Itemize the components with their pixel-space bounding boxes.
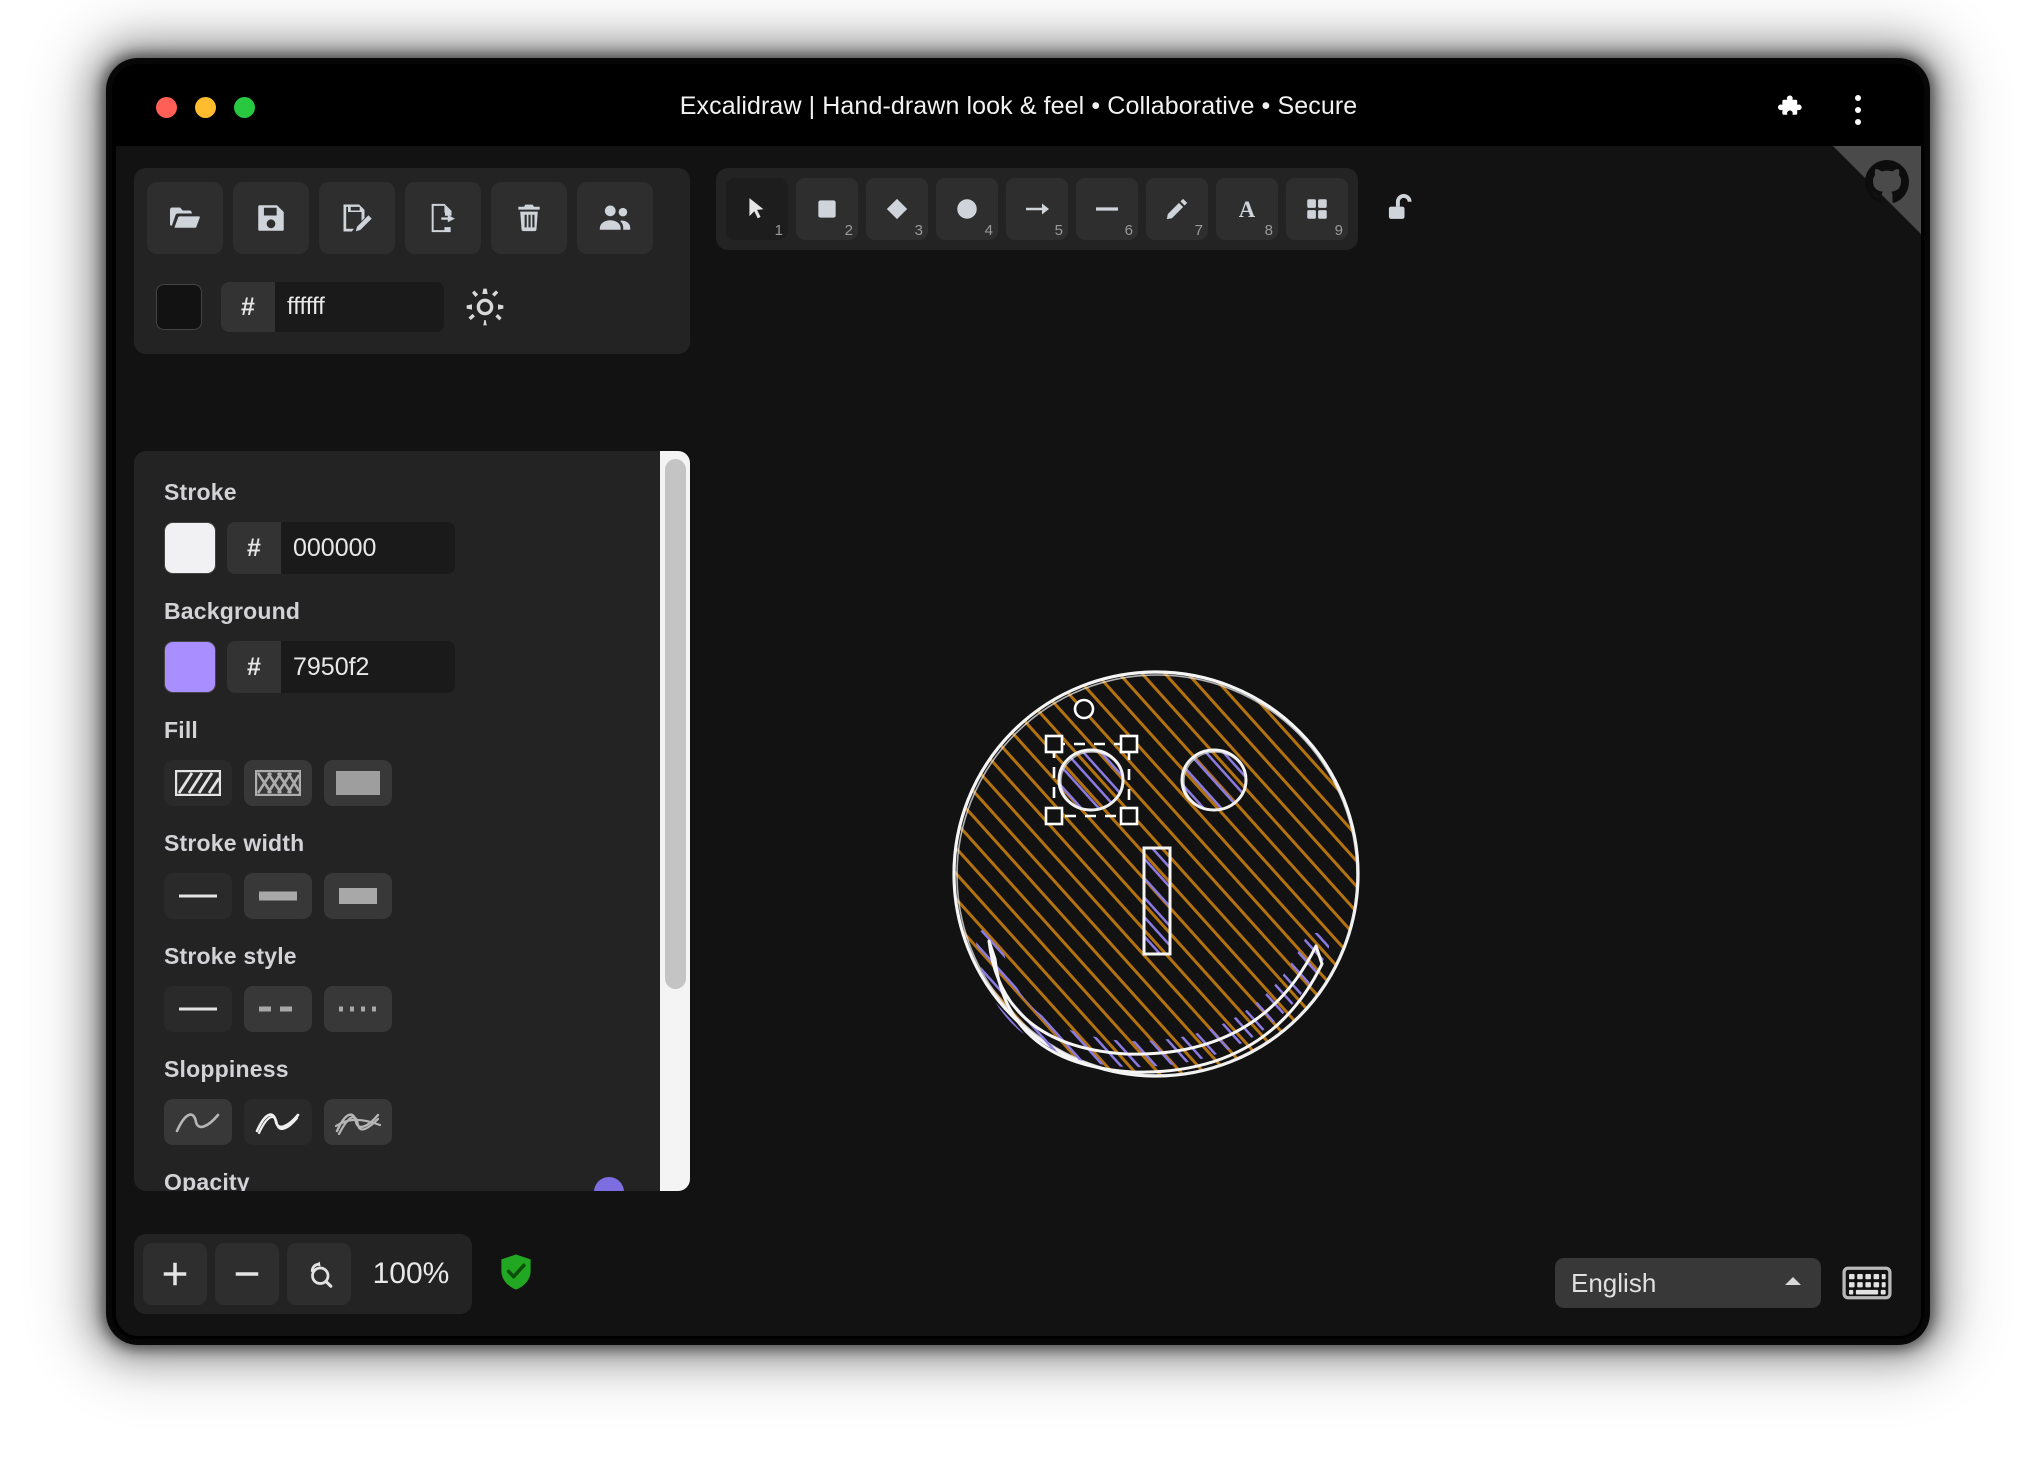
save-button[interactable] xyxy=(233,182,309,254)
canvas-background-hex-value[interactable]: ffffff xyxy=(275,282,444,332)
tool-shortcut: 9 xyxy=(1334,222,1343,239)
tool-arrow[interactable]: 5 xyxy=(1006,178,1068,240)
chevron-up-icon xyxy=(1781,1273,1805,1294)
tool-text[interactable]: A 8 xyxy=(1216,178,1278,240)
stroke-width-section: Stroke width xyxy=(164,830,660,919)
zoom-in-button[interactable] xyxy=(143,1243,207,1305)
tool-selection[interactable]: 1 xyxy=(726,178,788,240)
properties-scrollbar-thumb[interactable] xyxy=(665,459,686,989)
stroke-width-extra[interactable] xyxy=(324,873,392,919)
background-hex-field[interactable]: # 7950f2 xyxy=(227,641,455,693)
background-hex-value[interactable]: 7950f2 xyxy=(281,641,455,693)
sloppiness-architect[interactable] xyxy=(164,1099,232,1145)
zoom-controls-island: 100% xyxy=(134,1234,472,1314)
fill-label: Fill xyxy=(164,717,199,743)
tool-shortcut: 4 xyxy=(984,222,993,239)
canvas-background-swatch[interactable] xyxy=(156,284,202,330)
kebab-menu-icon[interactable] xyxy=(1843,90,1873,128)
stroke-width-label: Stroke width xyxy=(164,830,305,856)
stroke-width-thin[interactable] xyxy=(164,873,232,919)
tool-shortcut: 1 xyxy=(774,222,783,239)
stroke-section: Stroke # 000000 xyxy=(164,479,660,574)
page-title: Excalidraw | Hand-drawn look & feel • Co… xyxy=(679,92,1358,120)
browser-window: Excalidraw | Hand-drawn look & feel • Co… xyxy=(116,68,1921,1336)
stroke-style-label: Stroke style xyxy=(164,943,297,969)
live-collaboration-button[interactable] xyxy=(577,182,653,254)
opacity-slider[interactable] xyxy=(164,1177,630,1191)
github-octocat-icon[interactable] xyxy=(1833,146,1921,234)
reset-zoom-button[interactable] xyxy=(287,1243,351,1305)
background-section: Background # 7950f2 xyxy=(164,598,660,693)
svg-text:A: A xyxy=(1239,197,1256,222)
tool-diamond[interactable]: 3 xyxy=(866,178,928,240)
kebab-dot xyxy=(1855,119,1861,125)
tool-line[interactable]: 6 xyxy=(1076,178,1138,240)
fill-cross-hatch[interactable] xyxy=(244,760,312,806)
stroke-label: Stroke xyxy=(164,479,237,505)
tool-draw[interactable]: 7 xyxy=(1146,178,1208,240)
reset-canvas-button[interactable] xyxy=(491,182,567,254)
stroke-style-section: Stroke style xyxy=(164,943,660,1032)
tool-group: 1 2 3 4 5 6 7 A 8 9 xyxy=(716,168,1358,250)
puzzle-piece-icon[interactable] xyxy=(1775,92,1809,126)
tool-shortcut: 5 xyxy=(1054,222,1063,239)
canvas-background-hex-field[interactable]: # ffffff xyxy=(221,282,444,332)
tool-palette: 1 2 3 4 5 6 7 A 8 9 xyxy=(716,168,1428,250)
background-label: Background xyxy=(164,598,301,624)
tool-shortcut: 8 xyxy=(1264,222,1273,239)
tool-ellipse[interactable]: 4 xyxy=(936,178,998,240)
tool-shortcut: 7 xyxy=(1194,222,1203,239)
hash-prefix: # xyxy=(221,282,275,332)
stroke-width-bold[interactable] xyxy=(244,873,312,919)
title-bar: Excalidraw | Hand-drawn look & feel • Co… xyxy=(116,68,1921,146)
tool-shortcut: 6 xyxy=(1124,222,1133,239)
canvas-background-island: # ffffff xyxy=(134,268,690,354)
sloppiness-label: Sloppiness xyxy=(164,1056,289,1082)
language-select[interactable]: English xyxy=(1555,1258,1821,1308)
fill-solid[interactable] xyxy=(324,760,392,806)
footer-right: English xyxy=(1555,1258,1895,1308)
tool-library[interactable]: 9 xyxy=(1286,178,1348,240)
stroke-color-swatch[interactable] xyxy=(164,522,216,574)
stroke-style-dashed[interactable] xyxy=(244,986,312,1032)
rotation-handle[interactable] xyxy=(1073,698,1095,720)
stroke-hex-value[interactable]: 000000 xyxy=(281,522,455,574)
stroke-style-dotted[interactable] xyxy=(324,986,392,1032)
stroke-style-solid[interactable] xyxy=(164,986,232,1032)
keyboard-shortcuts-button[interactable] xyxy=(1839,1261,1895,1305)
left-panel-stack: # ffffff xyxy=(134,168,690,354)
tool-shortcut: 3 xyxy=(914,222,923,239)
sun-icon[interactable] xyxy=(463,285,507,329)
sloppiness-section: Sloppiness xyxy=(164,1056,660,1145)
background-color-swatch[interactable] xyxy=(164,641,216,693)
zoom-out-button[interactable] xyxy=(215,1243,279,1305)
kebab-dot xyxy=(1855,107,1861,113)
opacity-slider-thumb[interactable] xyxy=(594,1177,624,1191)
hash-prefix: # xyxy=(227,641,281,693)
footer-left: 100% xyxy=(134,1234,534,1314)
file-actions-island xyxy=(134,168,690,268)
tool-shortcut: 2 xyxy=(844,222,853,239)
element-properties-panel: Stroke # 000000 Background # 7950f2 Fill… xyxy=(134,451,690,1191)
properties-scrollbar[interactable] xyxy=(660,451,690,1191)
screenshot-root: Excalidraw | Hand-drawn look & feel • Co… xyxy=(0,0,2026,1480)
language-value: English xyxy=(1571,1267,1657,1298)
fill-section: Fill xyxy=(164,717,660,806)
padlock-open-icon[interactable] xyxy=(1378,184,1428,234)
sloppiness-artist[interactable] xyxy=(244,1099,312,1145)
zoom-level-value[interactable]: 100% xyxy=(359,1257,463,1291)
properties-scroll-area: Stroke # 000000 Background # 7950f2 Fill… xyxy=(134,451,660,1191)
open-button[interactable] xyxy=(147,182,223,254)
tool-rectangle[interactable]: 2 xyxy=(796,178,858,240)
hash-prefix: # xyxy=(227,522,281,574)
sloppiness-cartoonist[interactable] xyxy=(324,1099,392,1145)
excalidraw-app: # ffffff Stroke # 000000 Background # 79… xyxy=(116,146,1921,1336)
save-as-button[interactable] xyxy=(319,182,395,254)
kebab-dot xyxy=(1855,95,1861,101)
fill-hachure[interactable] xyxy=(164,760,232,806)
export-button[interactable] xyxy=(405,182,481,254)
stroke-hex-field[interactable]: # 000000 xyxy=(227,522,455,574)
shield-check-icon[interactable] xyxy=(498,1253,534,1296)
